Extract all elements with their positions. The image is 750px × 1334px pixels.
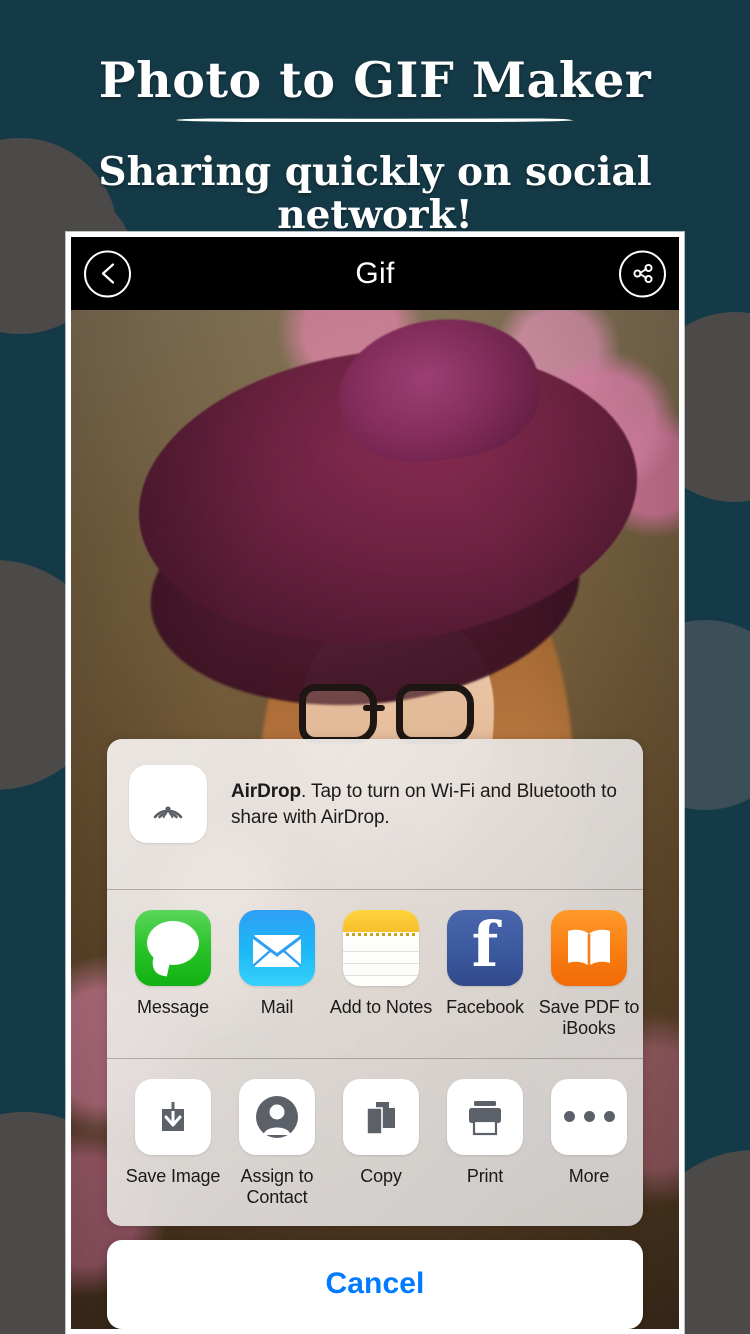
print-icon (447, 1078, 523, 1155)
contact-icon (239, 1078, 315, 1155)
share-action-label: Copy (360, 1165, 402, 1186)
share-action-assign-to-contact[interactable]: Assign to Contact (225, 1078, 329, 1208)
airdrop-icon-tile (129, 765, 207, 844)
share-app-notes[interactable]: Add to Notes (329, 910, 433, 1039)
cancel-button[interactable]: Cancel (107, 1240, 643, 1329)
back-button[interactable] (84, 250, 131, 297)
title-underline-stroke (175, 116, 575, 125)
cancel-label: Cancel (325, 1267, 425, 1300)
share-app-facebook[interactable]: f Facebook (433, 910, 537, 1039)
share-icon (632, 263, 653, 284)
navigation-bar: Gif (71, 237, 679, 310)
share-action-label: Assign to Contact (240, 1165, 314, 1207)
promo-subtitle: Sharing quickly on social network! (98, 149, 652, 239)
share-button[interactable] (619, 250, 666, 297)
share-action-label: More (568, 1165, 610, 1186)
share-app-mail[interactable]: Mail (225, 910, 329, 1039)
share-app-message[interactable]: Message (121, 910, 225, 1039)
promo-screenshot: Photo to GIF Maker Sharing quickly on so… (0, 0, 750, 1334)
share-apps-row[interactable]: Message Mail Add to Notes f Facebook Sav… (107, 890, 643, 1057)
phone-screen: Gif AirDrop. Tap to turn on Wi-Fi and Bl… (71, 237, 679, 1329)
copy-icon (343, 1078, 419, 1155)
chevron-left-icon (101, 263, 114, 284)
share-action-more[interactable]: More (537, 1078, 641, 1208)
share-action-print[interactable]: Print (433, 1078, 537, 1208)
airdrop-row[interactable]: AirDrop. Tap to turn on Wi-Fi and Blueto… (107, 739, 643, 889)
share-action-copy[interactable]: Copy (329, 1078, 433, 1208)
share-app-label: Mail (260, 997, 294, 1018)
airdrop-text: AirDrop. Tap to turn on Wi-Fi and Blueto… (231, 765, 621, 830)
more-dots-icon (551, 1078, 627, 1155)
promo-header: Photo to GIF Maker Sharing quickly on so… (0, 0, 750, 237)
share-action-save-image[interactable]: Save Image (121, 1078, 225, 1208)
share-app-label: Message (137, 997, 209, 1018)
share-app-label: iC (641, 997, 643, 1018)
share-sheet-card: AirDrop. Tap to turn on Wi-Fi and Blueto… (107, 739, 643, 1226)
message-icon (135, 910, 211, 987)
share-action-label: Save Image (125, 1165, 221, 1186)
share-action-label: Print (466, 1165, 504, 1186)
notes-icon (343, 910, 419, 987)
airdrop-bold-label: AirDrop (231, 781, 302, 803)
airdrop-icon (153, 806, 183, 823)
ibooks-icon (551, 910, 627, 987)
share-app-ibooks[interactable]: Save PDF to iBooks (537, 910, 641, 1039)
share-app-icloud-photo-sharing[interactable]: iC (641, 910, 643, 1039)
facebook-icon: f (447, 910, 523, 987)
mail-icon (239, 910, 315, 987)
save-image-icon (135, 1078, 211, 1155)
page-title: Gif (355, 256, 395, 290)
share-actions-row[interactable]: Save Image Assign to Contact Copy Print … (107, 1059, 643, 1226)
ios-share-sheet: AirDrop. Tap to turn on Wi-Fi and Blueto… (107, 739, 643, 1329)
phone-frame: Gif AirDrop. Tap to turn on Wi-Fi and Bl… (66, 232, 684, 1334)
share-app-label: Add to Notes (329, 997, 433, 1018)
promo-title: Photo to GIF Maker (98, 51, 652, 109)
share-app-label: Facebook (446, 997, 524, 1018)
share-app-label: Save PDF to iBooks (538, 997, 640, 1039)
